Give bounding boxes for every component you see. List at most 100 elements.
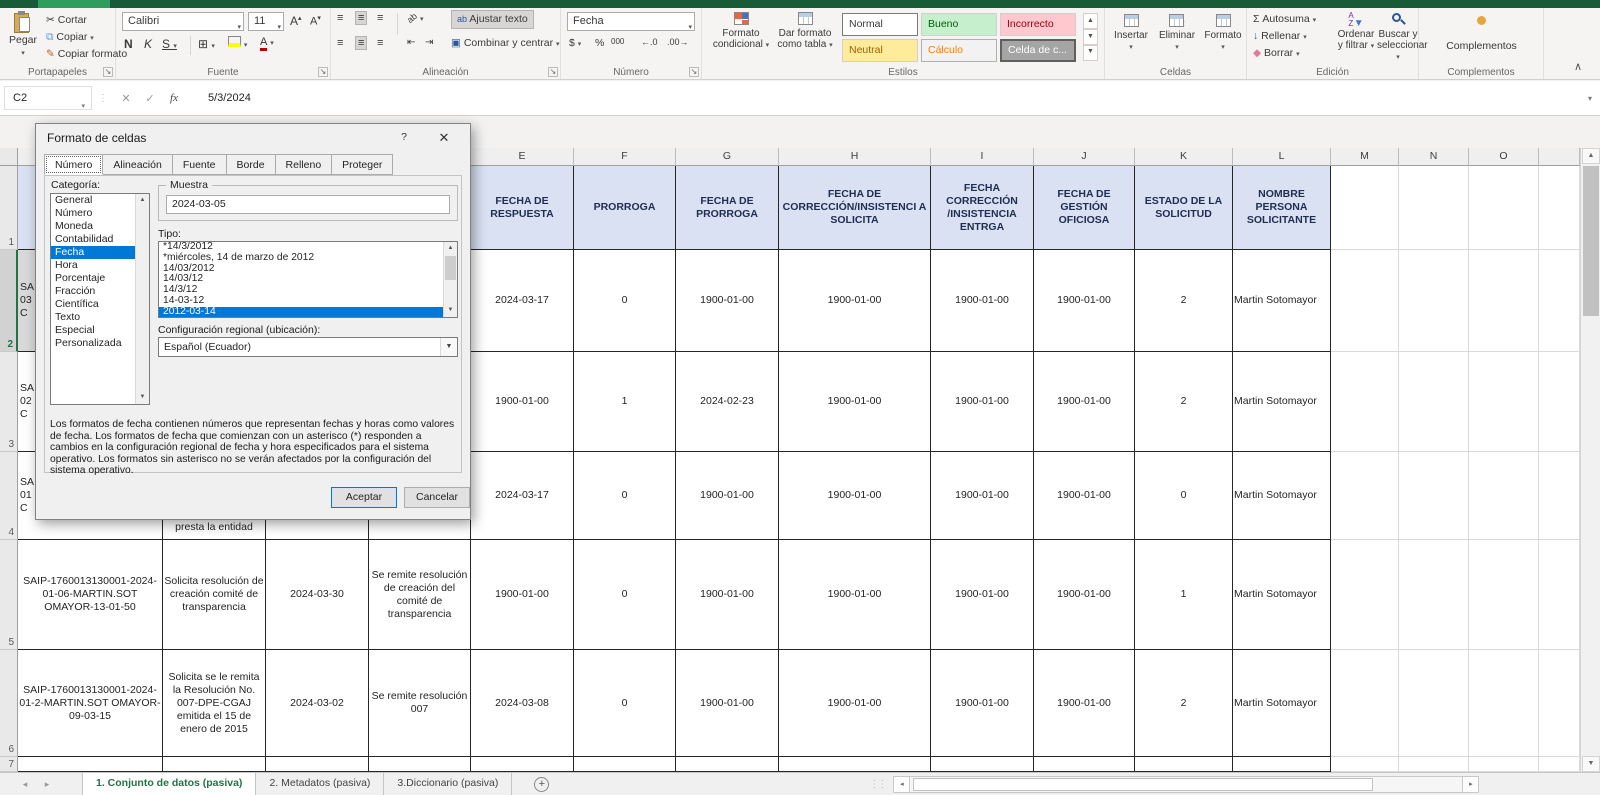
row-header-4[interactable]: 4 — [0, 452, 18, 540]
autosum-button[interactable]: Σ Autosuma ▾ — [1253, 13, 1316, 25]
name-box[interactable]: C2▾ — [4, 86, 92, 110]
align-middle-icon[interactable]: ≡ — [355, 11, 367, 25]
confirm-entry-icon[interactable]: ✓ — [138, 92, 162, 105]
horizontal-scroll-thumb[interactable] — [913, 778, 1373, 791]
copy-button[interactable]: ⧉ Copiar ▾ — [46, 31, 94, 44]
horizontal-scroll-track[interactable] — [910, 776, 1462, 793]
scroll-up-icon[interactable]: ▲ — [444, 242, 457, 255]
col-header-N[interactable]: N — [1399, 148, 1469, 166]
merge-center-button[interactable]: ▣ Combinar y centrar ▾ — [451, 37, 560, 49]
dialog-titlebar[interactable]: Formato de celdas ? ✕ — [36, 124, 470, 150]
select-all-corner[interactable] — [0, 148, 18, 166]
scroll-down-icon[interactable]: ▼ — [136, 391, 149, 404]
type-listbox[interactable]: *14/3/2012 *miércoles, 14 de marzo de 20… — [158, 241, 458, 318]
row-header-5[interactable]: 5 — [0, 540, 18, 650]
col-header-I[interactable]: I — [931, 148, 1034, 166]
cut-button[interactable]: ✂ Cortar — [46, 14, 87, 26]
scroll-down-icon[interactable]: ▼ — [1582, 756, 1600, 772]
sheet-tab-conjunto-datos[interactable]: 1. Conjunto de datos (pasiva) — [82, 773, 256, 795]
col-header-O[interactable]: O — [1469, 148, 1539, 166]
gallery-down-icon[interactable]: ▼ — [1083, 29, 1098, 45]
header-gestion-oficiosa[interactable]: FECHA DE GESTIÓN OFICIOSA — [1034, 166, 1135, 250]
sheet-nav-right-icon[interactable]: ▸ — [36, 779, 58, 790]
header-correccion-solicita[interactable]: FECHA DE CORRECCIÓN/INSISTENCI A SOLICIT… — [779, 166, 931, 250]
category-listbox[interactable]: General Número Moneda Contabilidad Fecha… — [50, 193, 150, 405]
scroll-up-icon[interactable]: ▲ — [1582, 148, 1600, 164]
locale-combo[interactable]: Español (Ecuador) ▼ — [158, 337, 458, 357]
col-header-M[interactable]: M — [1331, 148, 1399, 166]
header-fecha-prorroga[interactable]: FECHA DE PRORROGA — [676, 166, 779, 250]
decrease-indent-icon[interactable]: ⇤ — [407, 37, 415, 48]
number-dialog-launcher-icon[interactable]: ↘ — [689, 67, 699, 77]
clipboard-dialog-launcher-icon[interactable]: ↘ — [103, 67, 113, 77]
wrap-text-button[interactable]: ab Ajustar texto — [451, 10, 534, 29]
align-bottom-icon[interactable]: ≡ — [377, 12, 383, 24]
sort-filter-button[interactable]: AZ▼ Ordenar y filtrar ▾ — [1335, 12, 1377, 52]
borders-button[interactable]: ⊞ ▾ — [198, 37, 215, 51]
tab-borde[interactable]: Borde — [227, 154, 276, 175]
conditional-formatting-button[interactable]: Formato condicional ▾ — [710, 12, 772, 51]
style-neutral[interactable]: Neutral — [842, 39, 918, 62]
underline-button[interactable]: S ▾ — [162, 37, 177, 51]
font-color-button[interactable]: A ▾ — [260, 36, 274, 51]
align-top-icon[interactable]: ≡ — [337, 12, 343, 24]
sheet-nav-left-icon[interactable]: ◂ — [14, 779, 36, 790]
vertical-scroll-thumb[interactable] — [1583, 166, 1599, 316]
number-format-combo[interactable]: Fecha▾ — [567, 12, 695, 31]
paste-button[interactable]: Pegar ▾ — [4, 12, 42, 58]
format-cells-button[interactable]: Formato▾ — [1201, 14, 1245, 52]
col-header-H[interactable]: H — [779, 148, 931, 166]
format-painter-button[interactable]: ✎ Copiar formato — [46, 48, 127, 60]
increase-decimal-icon[interactable]: ←.0 — [641, 37, 658, 47]
row-header-2[interactable]: 2 — [0, 250, 18, 352]
find-select-button[interactable]: Buscar y seleccionar ▾ — [1377, 12, 1419, 63]
clear-button[interactable]: ◆ Borrar ▾ — [1253, 47, 1300, 59]
header-nombre-solicitante[interactable]: NOMBRE PERSONA SOLICITANTE — [1233, 166, 1331, 250]
percent-button[interactable]: % — [595, 37, 604, 49]
fill-button[interactable]: ↓ Rellenar ▾ — [1253, 30, 1307, 42]
style-bueno[interactable]: Bueno — [921, 13, 997, 36]
selected-type[interactable]: 2012-03-14 — [159, 307, 457, 318]
type-scroll-thumb[interactable] — [445, 256, 456, 280]
tab-scroll-splitter[interactable]: ⋮⋮ — [869, 779, 885, 790]
col-header-E[interactable]: E — [471, 148, 574, 166]
style-incorrecto[interactable]: Incorrecto — [1000, 13, 1076, 36]
align-center-icon[interactable]: ≡ — [355, 36, 367, 50]
tab-alineacion[interactable]: Alineación — [103, 154, 172, 175]
font-dialog-launcher-icon[interactable]: ↘ — [318, 67, 328, 77]
font-size-combo[interactable]: 11▾ — [248, 12, 284, 31]
gallery-up-icon[interactable]: ▲ — [1083, 13, 1098, 29]
insert-function-icon[interactable]: fx — [162, 92, 186, 104]
scroll-down-icon[interactable]: ▼ — [444, 304, 457, 317]
close-icon[interactable]: ✕ — [430, 128, 458, 147]
addins-button[interactable]: Complementos — [1419, 16, 1544, 52]
header-estado-solicitud[interactable]: ESTADO DE LA SOLICITUD — [1135, 166, 1233, 250]
orientation-button[interactable]: ab ▾ — [407, 12, 423, 24]
row-header-7[interactable]: 7 — [0, 757, 18, 772]
fill-color-button[interactable]: ▾ — [228, 36, 247, 50]
italic-button[interactable]: K — [144, 37, 152, 51]
accept-button[interactable]: Aceptar — [331, 487, 397, 508]
row-header-6[interactable]: 6 — [0, 650, 18, 757]
vertical-scrollbar[interactable]: ▲ ▼ — [1580, 148, 1600, 772]
row-header-3[interactable]: 3 — [0, 352, 18, 452]
scroll-left-icon[interactable]: ◂ — [893, 776, 910, 793]
formula-value[interactable]: 5/3/2024 — [208, 92, 251, 104]
style-celda-de-c[interactable]: Celda de c... — [1000, 39, 1076, 62]
gallery-more-icon[interactable]: ▼ — [1083, 45, 1098, 61]
tab-numero[interactable]: Número — [44, 154, 103, 175]
tab-fuente[interactable]: Fuente — [173, 154, 227, 175]
alignment-dialog-launcher-icon[interactable]: ↘ — [548, 67, 558, 77]
expand-formula-bar-icon[interactable]: ▾ — [1588, 94, 1592, 103]
type-scrollbar[interactable]: ▲ ▼ — [443, 242, 457, 317]
scroll-right-icon[interactable]: ▸ — [1462, 776, 1479, 793]
col-header-F[interactable]: F — [574, 148, 676, 166]
shrink-font-button[interactable]: A▾ — [310, 14, 321, 28]
header-prorroga[interactable]: PRORROGA — [574, 166, 676, 250]
align-left-icon[interactable]: ≡ — [337, 37, 343, 49]
align-right-icon[interactable]: ≡ — [377, 37, 383, 49]
style-normal[interactable]: Normal — [842, 13, 918, 36]
header-correccion-entrega[interactable]: FECHA CORRECCIÓN /INSISTENCIA ENTRGA — [931, 166, 1034, 250]
decrease-decimal-icon[interactable]: .00→ — [667, 37, 689, 47]
tab-relleno[interactable]: Relleno — [276, 154, 333, 175]
